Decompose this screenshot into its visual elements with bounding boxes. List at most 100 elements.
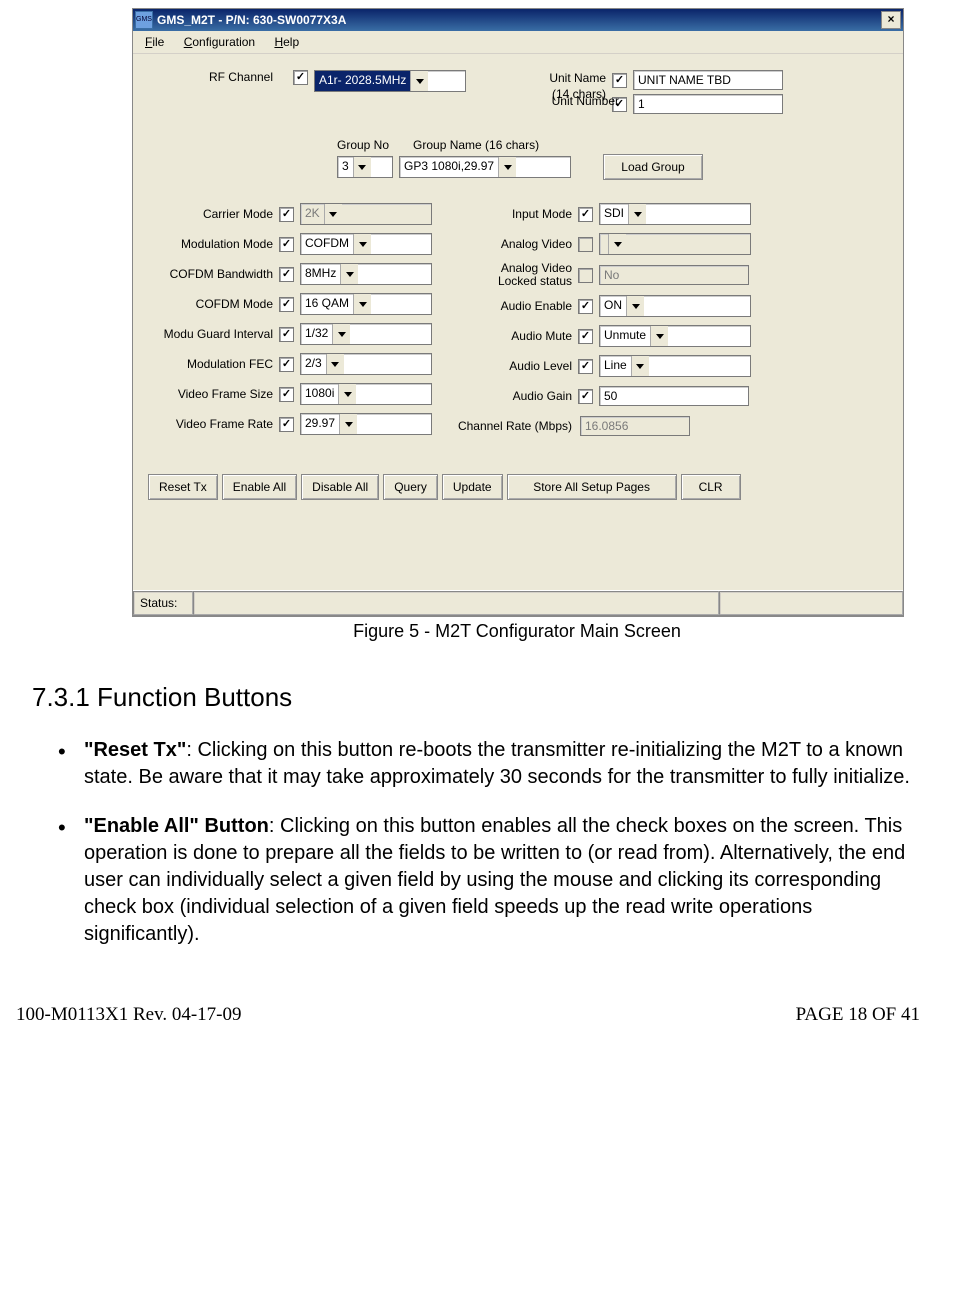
audio-level-checkbox[interactable] <box>578 359 593 374</box>
cofdm-mode-label: COFDM Mode <box>153 297 279 311</box>
store-all-button[interactable]: Store All Setup Pages <box>507 474 677 500</box>
clr-button[interactable]: CLR <box>681 474 741 500</box>
chevron-down-icon[interactable] <box>339 414 357 434</box>
status-box-main <box>193 591 719 615</box>
menu-file[interactable]: File <box>137 33 172 51</box>
chevron-down-icon[interactable] <box>324 204 342 224</box>
audio-level-combo[interactable]: Line <box>599 355 751 377</box>
audio-enable-combo[interactable]: ON <box>599 295 751 317</box>
group-name-combo[interactable]: GP3 1080i,29.97 <box>399 156 571 178</box>
carrier-mode-label: Carrier Mode <box>153 207 279 221</box>
group-name-label: Group Name (16 chars) <box>413 138 539 152</box>
vfr-checkbox[interactable] <box>279 417 294 432</box>
guard-checkbox[interactable] <box>279 327 294 342</box>
vfs-checkbox[interactable] <box>279 387 294 402</box>
reset-tx-button[interactable]: Reset Tx <box>148 474 218 500</box>
chevron-down-icon[interactable] <box>340 264 358 284</box>
input-mode-checkbox[interactable] <box>578 207 593 222</box>
audio-enable-checkbox[interactable] <box>578 299 593 314</box>
section-heading: 7.3.1 Function Buttons <box>32 682 930 713</box>
update-button[interactable]: Update <box>442 474 503 500</box>
modulation-mode-combo[interactable]: COFDM <box>300 233 432 255</box>
analog-locked-label: Analog VideoLocked status <box>442 262 578 288</box>
rf-channel-label: RF Channel <box>153 70 279 84</box>
menu-help[interactable]: Help <box>266 33 307 51</box>
close-icon[interactable]: × <box>881 11 901 29</box>
input-mode-combo[interactable]: SDI <box>599 203 751 225</box>
chevron-down-icon[interactable] <box>338 384 356 404</box>
enable-all-button[interactable]: Enable All <box>222 474 297 500</box>
audio-enable-label: Audio Enable <box>442 299 578 313</box>
audio-gain-checkbox[interactable] <box>578 389 593 404</box>
analog-video-label: Analog Video <box>442 237 578 251</box>
status-box-right <box>719 591 903 615</box>
chevron-down-icon[interactable] <box>650 326 668 346</box>
fec-combo[interactable]: 2/3 <box>300 353 432 375</box>
statusbar: Status: <box>133 590 903 616</box>
query-button[interactable]: Query <box>383 474 438 500</box>
chevron-down-icon[interactable] <box>353 157 371 177</box>
menubar: File Configuration Help <box>133 31 903 54</box>
chevron-down-icon[interactable] <box>326 354 344 374</box>
document-body: 7.3.1 Function Buttons "Reset Tx": Click… <box>32 682 930 948</box>
cofdm-mode-combo[interactable]: 16 QAM <box>300 293 432 315</box>
unit-name-input[interactable] <box>633 70 783 90</box>
carrier-mode-combo[interactable]: 2K <box>300 203 432 225</box>
chevron-down-icon[interactable] <box>410 71 428 91</box>
chevron-down-icon[interactable] <box>353 234 371 254</box>
vfr-label: Video Frame Rate <box>153 417 279 431</box>
disable-all-button[interactable]: Disable All <box>301 474 379 500</box>
analog-locked-checkbox[interactable] <box>578 268 593 283</box>
guard-combo[interactable]: 1/32 <box>300 323 432 345</box>
chevron-down-icon[interactable] <box>353 294 371 314</box>
modulation-mode-checkbox[interactable] <box>279 237 294 252</box>
app-window: GMS GMS_M2T - P/N: 630-SW0077X3A × File … <box>132 8 904 617</box>
figure-caption: Figure 5 - M2T Configurator Main Screen <box>132 621 902 642</box>
analog-video-combo[interactable] <box>599 233 751 255</box>
chevron-down-icon[interactable] <box>631 356 649 376</box>
chevron-down-icon[interactable] <box>628 204 646 224</box>
app-icon: GMS <box>135 11 153 29</box>
title-text: GMS_M2T - P/N: 630-SW0077X3A <box>157 13 881 27</box>
titlebar: GMS GMS_M2T - P/N: 630-SW0077X3A × <box>133 9 903 31</box>
load-group-button[interactable]: Load Group <box>603 154 703 180</box>
channel-rate-field <box>580 416 690 436</box>
list-item: "Enable All" Button: Clicking on this bu… <box>84 813 930 948</box>
menu-config[interactable]: Configuration <box>176 33 263 51</box>
vfs-combo[interactable]: 1080i <box>300 383 432 405</box>
page-footer: 100-M0113X1 Rev. 04-17-09 PAGE 18 OF 41 <box>12 1004 950 1036</box>
unit-number-label: Unit Number <box>552 94 619 108</box>
cofdm-bw-checkbox[interactable] <box>279 267 294 282</box>
cofdm-bw-label: COFDM Bandwidth <box>153 267 279 281</box>
carrier-mode-checkbox[interactable] <box>279 207 294 222</box>
group-no-combo[interactable]: 3 <box>337 156 393 178</box>
guard-label: Modu Guard Interval <box>153 327 279 341</box>
audio-gain-input[interactable] <box>599 386 749 406</box>
modulation-mode-label: Modulation Mode <box>153 237 279 251</box>
audio-mute-checkbox[interactable] <box>578 329 593 344</box>
cofdm-mode-checkbox[interactable] <box>279 297 294 312</box>
audio-gain-label: Audio Gain <box>442 389 578 403</box>
vfs-label: Video Frame Size <box>153 387 279 401</box>
fec-checkbox[interactable] <box>279 357 294 372</box>
chevron-down-icon[interactable] <box>608 234 626 254</box>
group-no-label: Group No <box>337 138 389 152</box>
audio-level-label: Audio Level <box>442 359 578 373</box>
chevron-down-icon[interactable] <box>498 157 516 177</box>
rf-channel-combo[interactable]: A1r- 2028.5MHz <box>314 70 466 92</box>
chevron-down-icon[interactable] <box>626 296 644 316</box>
cofdm-bw-combo[interactable]: 8MHz <box>300 263 432 285</box>
unit-number-input[interactable] <box>633 94 783 114</box>
analog-locked-field <box>599 265 749 285</box>
vfr-combo[interactable]: 29.97 <box>300 413 432 435</box>
audio-mute-combo[interactable]: Unmute <box>599 325 751 347</box>
fec-label: Modulation FEC <box>153 357 279 371</box>
chevron-down-icon[interactable] <box>332 324 350 344</box>
footer-left: 100-M0113X1 Rev. 04-17-09 <box>16 1004 242 1026</box>
channel-rate-label: Channel Rate (Mbps) <box>442 419 578 433</box>
audio-mute-label: Audio Mute <box>442 329 578 343</box>
unit-name-checkbox[interactable] <box>612 73 627 88</box>
rf-channel-checkbox[interactable] <box>293 70 308 85</box>
status-label: Status: <box>133 591 193 615</box>
analog-video-checkbox[interactable] <box>578 237 593 252</box>
